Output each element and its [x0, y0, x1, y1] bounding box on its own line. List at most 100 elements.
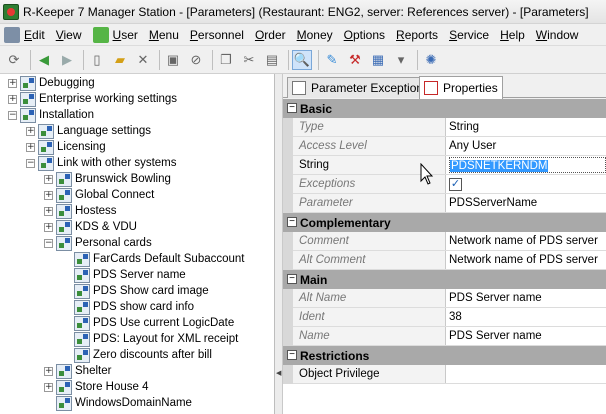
menu-service[interactable]: Service — [449, 28, 489, 42]
property-value[interactable]: String — [447, 118, 606, 136]
navigation-tree[interactable]: + Debugging + Enterprise working settings − I… — [0, 74, 275, 414]
property-value[interactable]: Network name of PDS server — [447, 232, 606, 250]
menu-window[interactable]: Window — [536, 28, 579, 42]
expand-icon[interactable]: + — [26, 126, 35, 136]
menu-menu[interactable]: Menu — [149, 28, 179, 42]
refresh-icon[interactable]: ⟳ — [4, 50, 24, 70]
collapse-section-icon[interactable]: − — [287, 350, 297, 360]
property-row[interactable]: Alt Comment Network name of PDS server — [283, 251, 606, 270]
menu-user[interactable]: User — [92, 26, 138, 43]
tree-node[interactable]: + Brunswick Bowling — [44, 171, 171, 187]
collapse-icon[interactable]: − — [26, 158, 35, 168]
property-row[interactable]: Object Privilege — [283, 365, 606, 384]
dropdown-arrow-icon[interactable]: ▾ — [391, 50, 411, 70]
paste-icon[interactable]: ▤ — [262, 50, 282, 70]
tree-node[interactable]: WindowsDomainName — [44, 395, 192, 411]
tree-node[interactable]: PDS Show card image — [62, 283, 209, 299]
property-row[interactable]: Alt Name PDS Server name — [283, 289, 606, 308]
collapse-section-icon[interactable]: − — [287, 217, 297, 227]
property-value[interactable]: PDSServerName — [447, 194, 606, 212]
tab-properties[interactable]: Properties — [419, 76, 503, 99]
tree-node[interactable]: + Shelter — [44, 363, 111, 379]
tree-node[interactable]: + Debugging — [8, 75, 95, 91]
table-view-icon[interactable]: ▦ — [368, 50, 388, 70]
tools-icon[interactable]: ⚒ — [345, 50, 365, 70]
tree-node[interactable]: PDS Server name — [62, 267, 186, 283]
tree-node[interactable]: PDS Use current LogicDate — [62, 315, 234, 331]
tree-node[interactable]: + Store House 4 — [44, 379, 149, 395]
brush-icon[interactable]: ✎ — [322, 50, 342, 70]
expand-icon[interactable]: + — [44, 222, 53, 232]
property-value[interactable] — [447, 365, 606, 383]
expand-icon[interactable]: + — [44, 382, 53, 392]
property-row[interactable]: String PDSNETKERNDM — [283, 156, 606, 175]
property-row[interactable]: Type String — [283, 118, 606, 137]
collapse-icon[interactable]: − — [44, 238, 53, 248]
expand-icon[interactable]: + — [44, 174, 53, 184]
menu-personnel[interactable]: Personnel — [190, 28, 244, 42]
tree-node[interactable]: Zero discounts after bill — [62, 347, 212, 363]
open-folder-icon[interactable]: ▰ — [110, 50, 130, 70]
cut-icon[interactable]: ✂ — [239, 50, 259, 70]
exceptions-checkbox[interactable]: ✓ — [449, 178, 462, 191]
property-value[interactable]: Any User — [447, 137, 606, 155]
property-row[interactable]: Parameter PDSServerName — [283, 194, 606, 213]
menu-money[interactable]: Money — [297, 28, 333, 42]
section-basic[interactable]: − Basic — [283, 99, 606, 118]
property-value[interactable]: ✓ — [447, 175, 606, 193]
expand-icon[interactable]: + — [44, 366, 53, 376]
tree-node[interactable]: + KDS & VDU — [44, 219, 137, 235]
save-icon[interactable]: ▣ — [163, 50, 183, 70]
expand-icon[interactable]: + — [44, 206, 53, 216]
tree-node[interactable]: + Hostess — [44, 203, 117, 219]
menu-help[interactable]: Help — [500, 28, 525, 42]
tree-node[interactable]: PDS show card info — [62, 299, 194, 315]
tree-node[interactable]: − Installation — [8, 107, 94, 123]
expand-icon[interactable]: + — [26, 142, 35, 152]
tree-node[interactable]: PDS: Layout for XML receipt — [62, 331, 238, 347]
property-row[interactable]: Exceptions ✓ — [283, 175, 606, 194]
copy-icon[interactable]: ❐ — [216, 50, 236, 70]
collapse-section-icon[interactable]: − — [287, 274, 297, 284]
tree-node[interactable]: − Link with other systems — [26, 155, 177, 171]
tree-node[interactable]: + Global Connect — [44, 187, 154, 203]
collapse-section-icon[interactable]: − — [287, 103, 297, 113]
forward-icon[interactable]: ▶ — [57, 50, 77, 70]
tree-node[interactable]: + Licensing — [26, 139, 106, 155]
splitter[interactable]: ◀ — [275, 74, 283, 414]
new-document-icon[interactable]: ▯ — [87, 50, 107, 70]
back-icon[interactable]: ◀ — [34, 50, 54, 70]
tab-parameter-exceptions[interactable]: Parameter Exceptions — [287, 77, 435, 98]
property-value[interactable]: 38 — [447, 308, 606, 326]
section-complementary[interactable]: − Complementary — [283, 213, 606, 232]
tree-node[interactable]: FarCards Default Subaccount — [62, 251, 245, 267]
expand-icon[interactable]: + — [44, 190, 53, 200]
menu-order[interactable]: Order — [255, 28, 286, 42]
menu-options[interactable]: Options — [344, 28, 385, 42]
section-restrictions[interactable]: − Restrictions — [283, 346, 606, 365]
tree-node[interactable]: + Enterprise working settings — [8, 91, 177, 107]
property-value-editor[interactable]: PDSNETKERNDM — [447, 156, 606, 174]
settings-gear-icon[interactable]: ✺ — [421, 50, 441, 70]
expand-icon[interactable]: + — [8, 94, 17, 104]
string-input[interactable]: PDSNETKERNDM — [449, 157, 606, 173]
find-icon[interactable]: 🔍 — [292, 49, 312, 70]
property-value[interactable]: PDS Server name — [447, 327, 606, 345]
cancel-icon[interactable]: ⊘ — [186, 50, 206, 70]
property-row[interactable]: Ident 38 — [283, 308, 606, 327]
menu-edit[interactable]: Edit — [4, 26, 45, 43]
property-value[interactable]: Network name of PDS server — [447, 251, 606, 269]
menu-reports[interactable]: Reports — [396, 28, 438, 42]
delete-icon[interactable]: ✕ — [133, 50, 153, 70]
property-value[interactable]: PDS Server name — [447, 289, 606, 307]
property-row[interactable]: Name PDS Server name — [283, 327, 606, 346]
tree-node[interactable]: − Personal cards — [44, 235, 152, 251]
menu-view[interactable]: View — [56, 28, 82, 42]
property-row[interactable]: Comment Network name of PDS server — [283, 232, 606, 251]
section-main[interactable]: − Main — [283, 270, 606, 289]
collapse-icon[interactable]: − — [8, 110, 17, 120]
tree-node[interactable]: + Language settings — [26, 123, 151, 139]
property-row[interactable]: Access Level Any User — [283, 137, 606, 156]
expand-icon[interactable]: + — [8, 78, 17, 88]
collapse-left-icon[interactable]: ◀ — [276, 369, 281, 377]
